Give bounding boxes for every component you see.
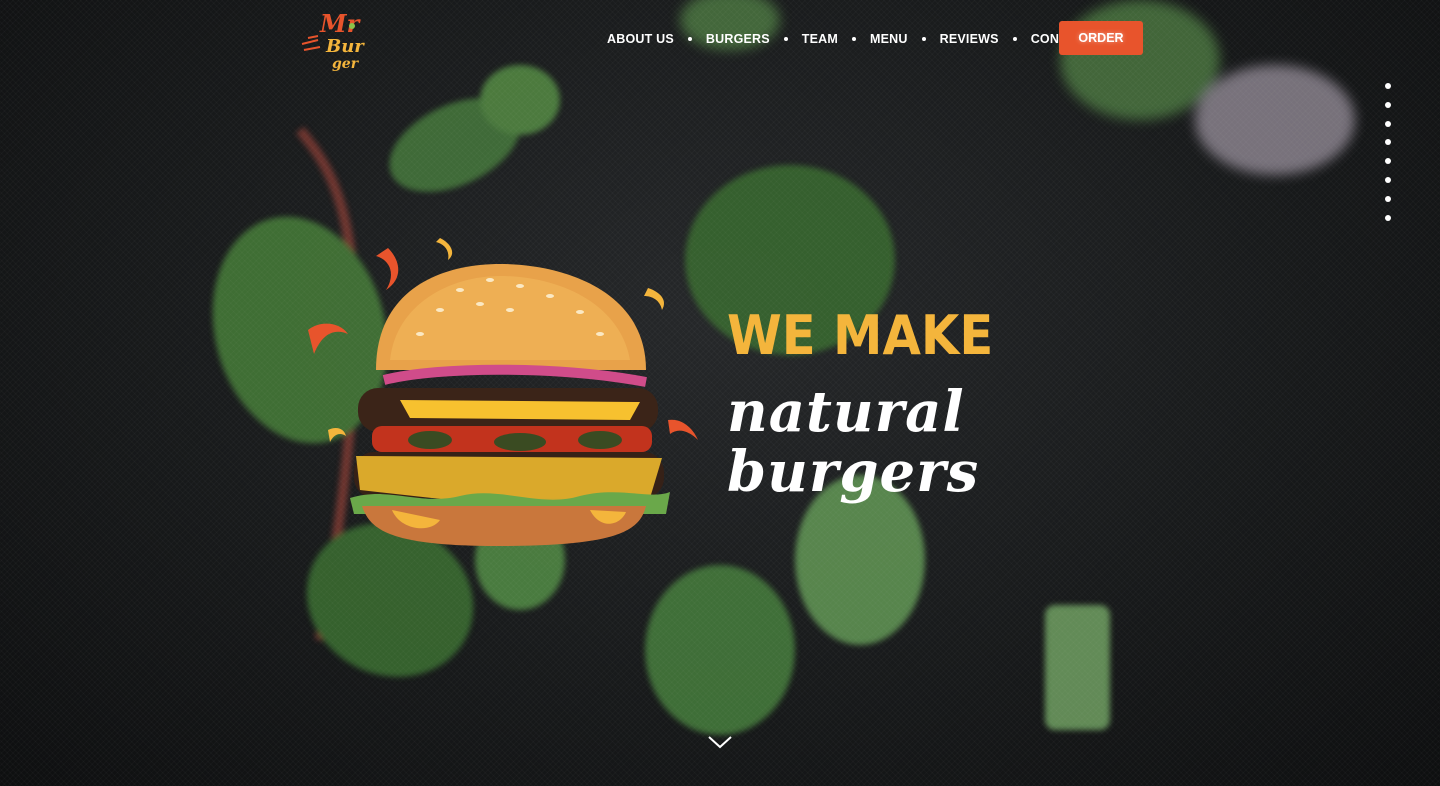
headline-burgers: burgers bbox=[727, 439, 980, 505]
nav-menu[interactable]: MENU bbox=[870, 32, 908, 46]
nav-team[interactable]: TEAM bbox=[802, 32, 838, 46]
nav-about-us[interactable]: ABOUT US bbox=[607, 32, 674, 46]
svg-text:Mr: Mr bbox=[319, 9, 362, 38]
nav-separator bbox=[852, 37, 857, 41]
headline-we-make: WE MAKE bbox=[727, 304, 994, 367]
chevron-down-icon[interactable] bbox=[706, 732, 734, 752]
pager-dot[interactable] bbox=[1385, 158, 1391, 165]
pager-dot[interactable] bbox=[1385, 195, 1391, 202]
nav-reviews[interactable]: REVIEWS bbox=[940, 32, 999, 46]
hero-background bbox=[0, 0, 1440, 786]
pager-dot[interactable] bbox=[1385, 83, 1391, 89]
pager-dot[interactable] bbox=[1385, 101, 1391, 108]
nav-separator bbox=[783, 37, 788, 41]
pager-dot[interactable] bbox=[1385, 139, 1391, 146]
nav-separator bbox=[921, 37, 926, 41]
pager-dot[interactable] bbox=[1385, 176, 1391, 183]
hero-headline: WE MAKE natural burgers bbox=[727, 304, 1017, 505]
nav-separator bbox=[1012, 37, 1017, 41]
headline-natural: natural bbox=[727, 379, 965, 445]
pager-dot[interactable] bbox=[1385, 120, 1391, 127]
svg-text:Bur: Bur bbox=[325, 36, 365, 57]
main-nav: ABOUT US BURGERS TEAM MENU REVIEWS CONTA… bbox=[607, 30, 1101, 48]
leaves-decoration bbox=[212, 0, 1355, 735]
pager-dot[interactable] bbox=[1385, 214, 1391, 221]
nav-separator bbox=[687, 37, 692, 41]
burger-image bbox=[308, 238, 698, 546]
mr-burger-logo[interactable]: Mr Bur ger bbox=[298, 4, 382, 72]
svg-text:ger: ger bbox=[332, 56, 360, 72]
section-pager bbox=[1385, 83, 1391, 221]
order-button[interactable]: ORDER bbox=[1059, 21, 1143, 55]
nav-burgers[interactable]: BURGERS bbox=[706, 32, 770, 46]
